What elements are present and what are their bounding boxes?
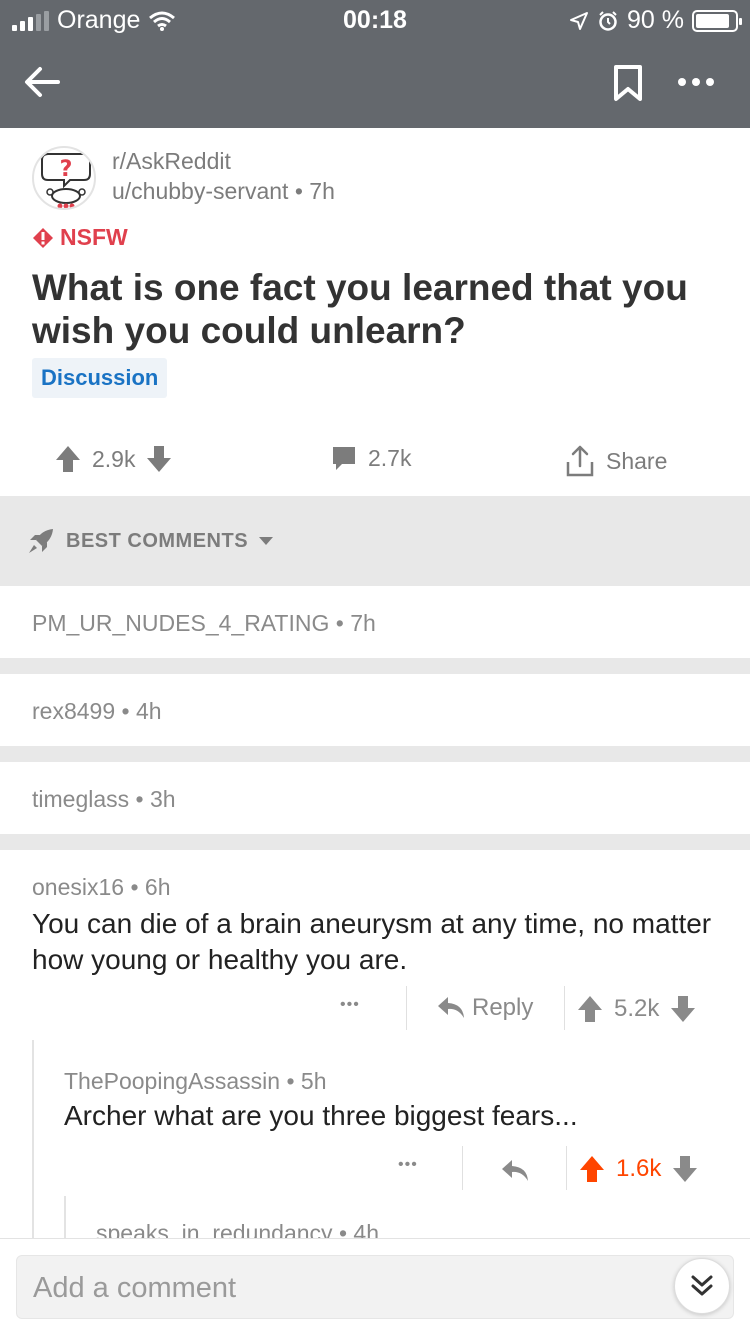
sort-selector[interactable]: BEST COMMENTS [26,526,274,556]
comment-body: You can die of a brain aneurysm at any t… [32,908,712,975]
share-label: Share [606,447,668,474]
more-icon[interactable] [676,72,716,92]
comment-count: 2.7k [368,444,412,471]
meta-separator: • [130,874,139,900]
battery-percent: 90 % [627,6,684,34]
comment-divider [0,746,750,762]
comment-meta: timeglass • 3h [32,786,176,813]
comment-more-button[interactable]: ••• [340,996,360,1014]
subreddit-name[interactable]: r/AskReddit [112,148,231,175]
collapsed-comment[interactable]: timeglass • 3h [0,762,750,834]
comment-bubble-icon [333,447,355,470]
rocket-icon [29,529,53,553]
comment-author[interactable]: timeglass [32,786,129,812]
status-right: 90 % [569,6,742,35]
comment-age: 3h [150,786,176,812]
nsfw-label: NSFW [60,224,128,250]
comment-actions: ••• 1.6k [34,1146,750,1196]
reply-button[interactable]: Reply [436,994,533,1022]
downvote-icon[interactable] [669,994,697,1024]
post-author-line: u/chubby-servant • 7h [112,178,335,205]
meta-separator: • [286,1068,295,1094]
comment-score: 5.2k [614,995,660,1022]
comment-thread: onesix16 • 6h You can die of a brain ane… [0,850,750,1256]
sort-label: BEST COMMENTS [66,529,249,552]
comment-author[interactable]: rex8499 [32,698,115,724]
downvote-icon[interactable] [145,444,173,474]
share-button[interactable]: Share [564,444,667,478]
comment-input-placeholder: Add a comment [33,1272,237,1304]
comment-vote-group: 1.6k [578,1154,699,1184]
comment-vote-group: 5.2k [576,994,697,1024]
meta-separator: • [135,786,144,812]
comment-more-button[interactable]: ••• [398,1156,418,1174]
action-separator [406,986,407,1030]
post-vote-group: 2.9k [54,444,173,474]
comment-divider [0,834,750,850]
comment-meta: ThePoopingAssassin • 5h [64,1068,327,1095]
meta-separator: • [335,610,344,636]
collapsed-comment[interactable]: PM_UR_NUDES_4_RATING • 7h [0,586,750,658]
battery-icon [692,9,742,32]
chevron-down-icon [259,537,274,545]
comment-meta: rex8499 • 4h [32,698,162,725]
subreddit-avatar[interactable]: ? [32,146,96,210]
collapsed-comment[interactable]: rex8499 • 4h [0,674,750,746]
comment-author[interactable]: ThePoopingAssassin [64,1068,280,1094]
post-score: 2.9k [92,445,136,472]
top-bar: Orange 00:18 90 % [0,0,750,128]
bookmark-icon[interactable] [612,64,644,102]
jump-to-comment-button[interactable] [674,1258,730,1314]
reply-label: Reply [472,994,534,1021]
askreddit-logo-icon: ? [41,153,91,208]
location-icon [570,11,589,30]
nsfw-diamond-icon [33,227,53,248]
comment-body: Archer what are you three biggest fears.… [64,1100,578,1131]
child-comment: ThePoopingAssassin • 5h Archer what are … [32,1040,750,1256]
post-age: 7h [309,178,335,204]
post-flair[interactable]: Discussion [32,358,168,398]
post-actions: 2.9k 2.7k Share [0,434,750,484]
post-author[interactable]: u/chubby-servant [112,178,288,204]
action-separator [564,986,565,1030]
reply-arrow-icon[interactable] [500,1158,530,1184]
comment-author[interactable]: PM_UR_NUDES_4_RATING [32,610,329,636]
comment-score: 1.6k [616,1155,662,1182]
status-bar: Orange 00:18 90 % [0,0,750,40]
meta-separator: • [294,178,303,204]
comment-actions: ••• Reply 5.2k [0,986,750,1036]
comment-author[interactable]: onesix16 [32,874,124,900]
post-card: ? r/AskReddit u/chubby-servant • 7h NSFW… [0,128,750,496]
back-arrow-icon[interactable] [22,62,62,102]
post-title: What is one fact you learned that you wi… [32,267,688,351]
svg-text:?: ? [60,157,73,182]
action-separator [566,1146,567,1190]
comment-age: 7h [350,610,376,636]
comment-meta: onesix16 • 6h [32,874,171,901]
downvote-icon[interactable] [671,1154,699,1184]
reply-arrow-icon [438,997,464,1018]
comment-divider [0,658,750,674]
meta-separator: • [121,698,130,724]
comment-input[interactable]: Add a comment [16,1255,734,1319]
share-icon [566,445,594,477]
comment-age: 6h [144,874,171,900]
upvote-icon[interactable] [54,444,82,474]
comment-sort-bar[interactable]: BEST COMMENTS [0,496,750,586]
comment-age: 4h [135,698,162,724]
comments-count-button[interactable]: 2.7k [330,444,411,472]
comment-meta: PM_UR_NUDES_4_RATING • 7h [32,610,376,637]
action-separator [462,1146,463,1190]
comment-age: 5h [300,1068,327,1094]
double-chevron-down-icon [691,1275,713,1296]
upvote-icon[interactable] [576,994,604,1024]
comment-input-bar: Add a comment [0,1238,750,1334]
upvote-icon[interactable] [578,1154,606,1184]
nsfw-tag: NSFW [32,224,128,251]
alarm-icon [599,10,617,31]
